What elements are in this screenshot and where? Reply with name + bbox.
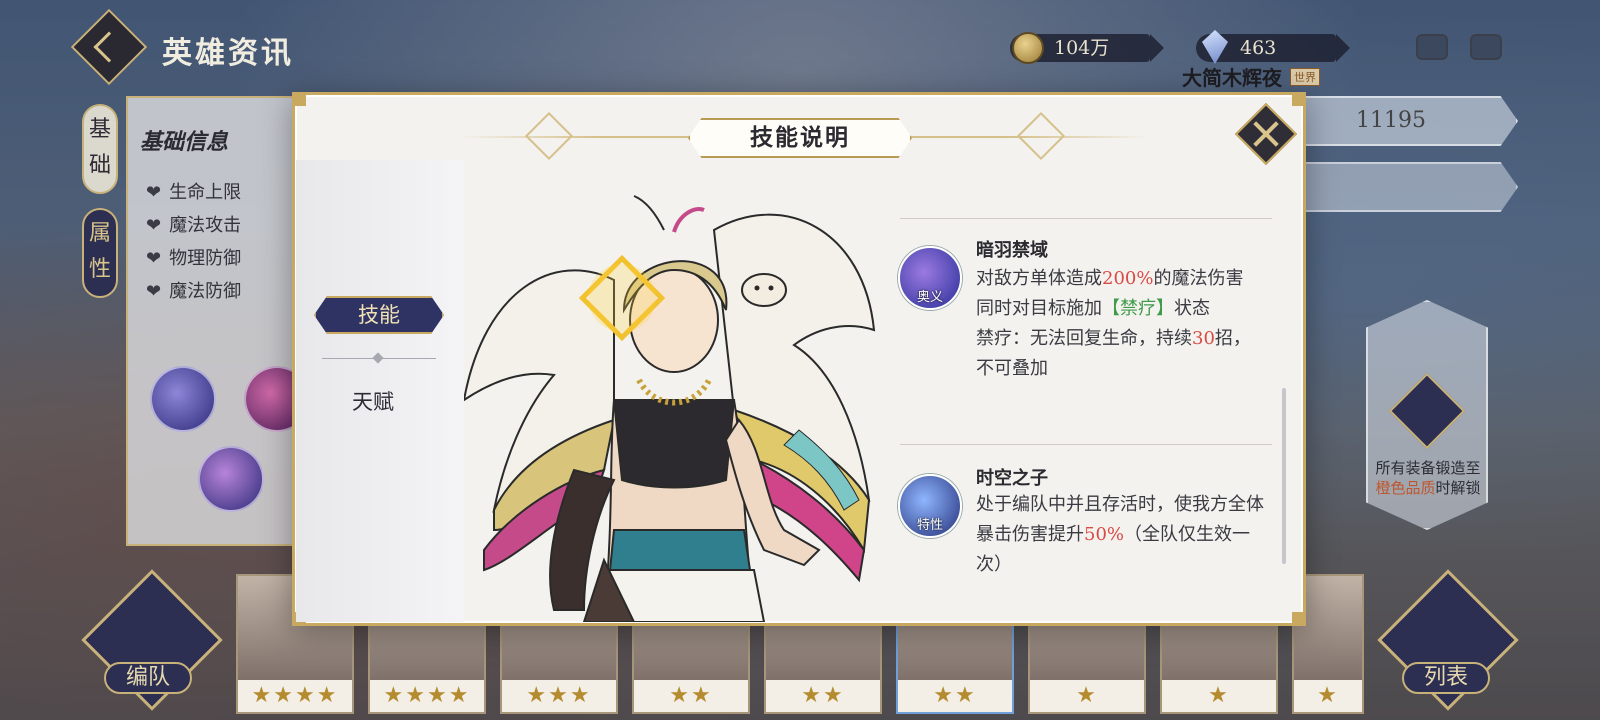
- separator: [900, 218, 1272, 219]
- tab-divider: [322, 352, 436, 364]
- gem-icon: [1202, 30, 1228, 64]
- power-value: 11195: [1356, 108, 1426, 133]
- team-label[interactable]: 编队: [104, 662, 192, 694]
- heart-icon: ❤: [146, 248, 162, 269]
- heart-icon: ❤: [146, 281, 162, 302]
- pill-arrow: [1336, 34, 1350, 62]
- skill-icon-1[interactable]: [150, 366, 216, 432]
- skill-description: 对敌方单体造成200%的魔法伤害 同时对目标施加【禁疗】状态 禁疗：无法回复生命…: [976, 268, 1251, 379]
- hero-top: [612, 399, 736, 489]
- hero-stars: ★★★★: [238, 680, 352, 712]
- attr-row: ❤ 魔法攻击: [146, 215, 242, 236]
- skill-description: 处于编队中并且存活时，使我方全体暴击伤害提升50%（全队仅生效一次）: [976, 494, 1264, 575]
- tab-attributes[interactable]: 属性: [82, 208, 118, 298]
- hero-stars: ★★★: [502, 680, 616, 712]
- heart-icon: ❤: [146, 182, 162, 203]
- attr-row: ❤ 生命上限: [146, 182, 242, 203]
- hero-stars: ★★: [634, 680, 748, 712]
- skill-tag: 特性: [916, 518, 943, 533]
- skill-icon-ultimate[interactable]: [198, 446, 264, 512]
- ultimate-skill-icon: 奥义: [898, 246, 962, 310]
- lock-hint: 所有装备锻造至 橙色品质时解锁: [1375, 459, 1481, 497]
- scrollbar[interactable]: [1282, 388, 1286, 564]
- player-name: 大简木辉夜: [1182, 66, 1282, 90]
- chevron-left-icon: [93, 31, 125, 63]
- base-info-title: 基础信息: [140, 129, 229, 155]
- equipment-slot-banner[interactable]: [1300, 162, 1518, 212]
- gold-value: 104万: [1054, 37, 1110, 59]
- attr-row: ❤ 魔法防御: [146, 281, 242, 302]
- world-tag: 世界: [1290, 68, 1320, 86]
- chat-icon[interactable]: [1416, 34, 1448, 60]
- hero-stars: ★★: [766, 680, 880, 712]
- skill-name: 暗羽禁域: [976, 240, 1048, 261]
- corner-ornament: [1292, 92, 1306, 106]
- hero-stars: ★: [1030, 680, 1144, 712]
- tab-skill[interactable]: 技能: [314, 296, 444, 334]
- dialog-title: 技能说明: [688, 118, 912, 158]
- hero-stars: ★: [1162, 680, 1276, 712]
- separator: [900, 444, 1272, 445]
- skill-name: 时空之子: [976, 468, 1048, 489]
- corner-ornament: [1292, 612, 1306, 626]
- mascot: [741, 273, 787, 307]
- attr-row: ❤ 物理防御: [146, 248, 242, 269]
- mail-icon[interactable]: [1470, 34, 1502, 60]
- list-label[interactable]: 列表: [1402, 662, 1490, 694]
- corner-ornament: [292, 92, 306, 106]
- skill-tag: 奥义: [916, 290, 943, 305]
- page-title: 英雄资讯: [162, 36, 294, 71]
- hero-stars: ★★★★: [370, 680, 484, 712]
- gem-value: 463: [1240, 37, 1277, 59]
- tab-talent[interactable]: 天赋: [352, 386, 394, 416]
- hero-stars: ★★: [898, 680, 1012, 712]
- hero-stars: ★: [1294, 680, 1362, 712]
- pill-arrow: [1150, 34, 1164, 62]
- heart-icon: ❤: [146, 215, 162, 236]
- gold-counter[interactable]: 104万: [1010, 32, 1164, 64]
- trait-skill-icon: 特性: [898, 474, 962, 538]
- coin-icon: [1012, 32, 1044, 64]
- gem-counter[interactable]: 463: [1196, 30, 1350, 64]
- hero-sash: [608, 529, 752, 571]
- tab-basic[interactable]: 基础: [82, 104, 118, 194]
- hero-portrait: [464, 195, 876, 622]
- power-banner[interactable]: 11195: [1300, 96, 1518, 146]
